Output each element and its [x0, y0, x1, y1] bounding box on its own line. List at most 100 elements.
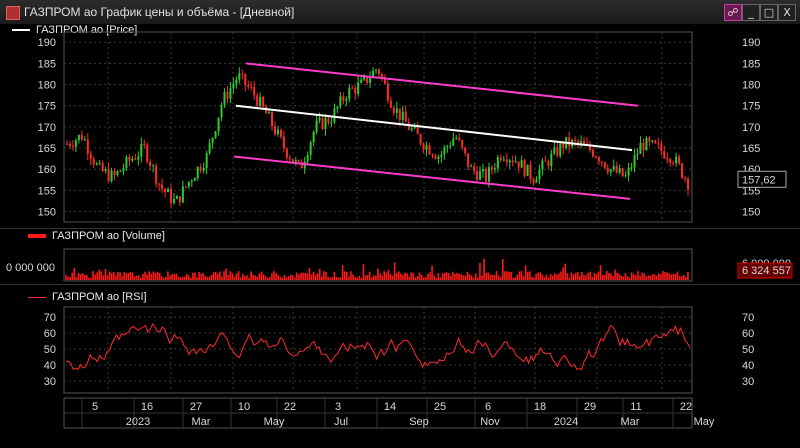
- close-button[interactable]: X: [778, 4, 796, 21]
- candle-body: [113, 170, 116, 176]
- price-y-tick-right: 150: [742, 207, 760, 219]
- candle-body: [220, 105, 223, 118]
- candle-body: [490, 167, 493, 170]
- candle-body: [297, 160, 300, 162]
- candle-body: [514, 161, 517, 163]
- candle-body: [83, 139, 86, 141]
- candle-body: [202, 167, 205, 171]
- window-title: ГАЗПРОМ ао График цены и объёма - [Дневн…: [24, 5, 295, 19]
- day-label: 14: [384, 401, 396, 413]
- candle-body: [505, 159, 508, 163]
- candle-body: [122, 168, 125, 171]
- month-label: 2024: [554, 416, 578, 428]
- candle-body: [321, 118, 324, 130]
- price-y-tick-right: 185: [742, 58, 760, 70]
- month-label: May: [694, 416, 715, 428]
- pin-icon[interactable]: ☍: [724, 4, 742, 21]
- candle-body: [369, 77, 372, 83]
- day-label: 18: [534, 401, 546, 413]
- candle-body: [594, 156, 597, 158]
- candle-body: [446, 146, 449, 148]
- candle-body: [357, 82, 360, 94]
- price-panel[interactable]: ГАЗПРОМ ао [Price] 190 190 185 185 180 180 175…: [0, 24, 800, 228]
- rsi-panel[interactable]: ГАЗПРОМ ао [RSI] 70 70 60 60 50 50 40 40 30 30: [0, 284, 800, 397]
- candle-body: [609, 169, 612, 173]
- candle-body: [324, 118, 327, 130]
- candle-body: [342, 96, 345, 101]
- rsi-chart[interactable]: 70 70 60 60 50 50 40 40 30 30: [0, 285, 800, 397]
- day-label: 11: [630, 401, 641, 413]
- candle-body: [413, 126, 416, 129]
- price-y-tick: 160: [38, 164, 56, 176]
- price-chart[interactable]: 190 190 185 185 180 180 175 175 170 170 165 165 160 1…: [0, 24, 800, 228]
- candle-body: [315, 120, 318, 132]
- candle-body: [291, 159, 294, 163]
- candle-body: [473, 166, 476, 172]
- rsi-y-tick-right: 60: [742, 328, 754, 340]
- candle-body: [633, 155, 636, 168]
- minimize-button[interactable]: _: [742, 4, 760, 21]
- candle-body: [526, 164, 529, 176]
- candle-body: [354, 88, 357, 94]
- candle-body: [508, 160, 511, 163]
- candle-body: [262, 96, 265, 107]
- candle-body: [170, 188, 172, 204]
- rsi-plot-frame: [63, 306, 693, 394]
- candle-body: [681, 163, 684, 178]
- candle-body: [274, 126, 276, 135]
- volume-chart[interactable]: 0 000 0006 000 0006 324 557: [0, 229, 800, 285]
- rsi-y-tick-right: 50: [742, 344, 754, 356]
- candle-body: [538, 169, 541, 180]
- candle-body: [229, 88, 232, 99]
- candle-body: [389, 100, 392, 108]
- candle-body: [591, 150, 594, 157]
- candle-body: [327, 118, 330, 124]
- candle-body: [437, 156, 440, 159]
- candle-body: [544, 160, 547, 162]
- candle-body: [580, 141, 583, 143]
- month-label: May: [264, 416, 285, 428]
- candle-body: [600, 161, 603, 163]
- rsi-y-tick: 30: [44, 376, 56, 388]
- candle-body: [80, 135, 83, 140]
- candle-body: [452, 138, 455, 146]
- rsi-y-tick-right: 70: [742, 312, 754, 324]
- candle-body: [226, 91, 229, 99]
- candle-body: [669, 159, 672, 163]
- candle-body: [568, 137, 571, 147]
- rsi-line: [65, 322, 691, 371]
- candle-body: [184, 186, 187, 188]
- maximize-button[interactable]: □: [760, 4, 778, 21]
- candle-body: [167, 188, 170, 192]
- candle-body: [294, 160, 297, 163]
- candle-body: [597, 157, 600, 162]
- day-label: 6: [485, 401, 491, 413]
- candle-body: [143, 143, 146, 145]
- price-y-tick-right: 180: [742, 80, 760, 92]
- candle-body: [627, 167, 630, 176]
- rsi-y-tick: 60: [44, 328, 56, 340]
- time-axis-svg: 5 16 27 10 22 3 14 25 6 18 29 11 22 2023 Mar May Jul Sep N…: [63, 397, 715, 429]
- candle-body: [678, 156, 681, 164]
- month-label: Mar: [621, 416, 640, 428]
- candle-body: [110, 170, 113, 182]
- candle-body: [482, 169, 484, 172]
- rsi-y-tick-right: 30: [742, 376, 754, 388]
- candle-body: [484, 169, 487, 182]
- candle-body: [119, 170, 122, 172]
- candle-body: [68, 143, 71, 146]
- candle-body: [624, 175, 627, 177]
- candle-body: [92, 158, 95, 165]
- candle-body: [348, 87, 351, 99]
- candle-body: [101, 162, 104, 172]
- candle-body: [675, 156, 678, 164]
- candle-body: [95, 163, 98, 165]
- volume-left-label: 0 000 000: [6, 262, 55, 274]
- candle-body: [375, 69, 378, 71]
- candle-body: [487, 167, 490, 182]
- volume-panel[interactable]: ГАЗПРОМ ао [Volume] 0 000 0006 000 0006 …: [0, 228, 800, 285]
- price-y-tick: 175: [38, 101, 56, 113]
- candle-body: [562, 143, 565, 149]
- day-label: 5: [92, 401, 98, 413]
- candle-body: [208, 143, 211, 154]
